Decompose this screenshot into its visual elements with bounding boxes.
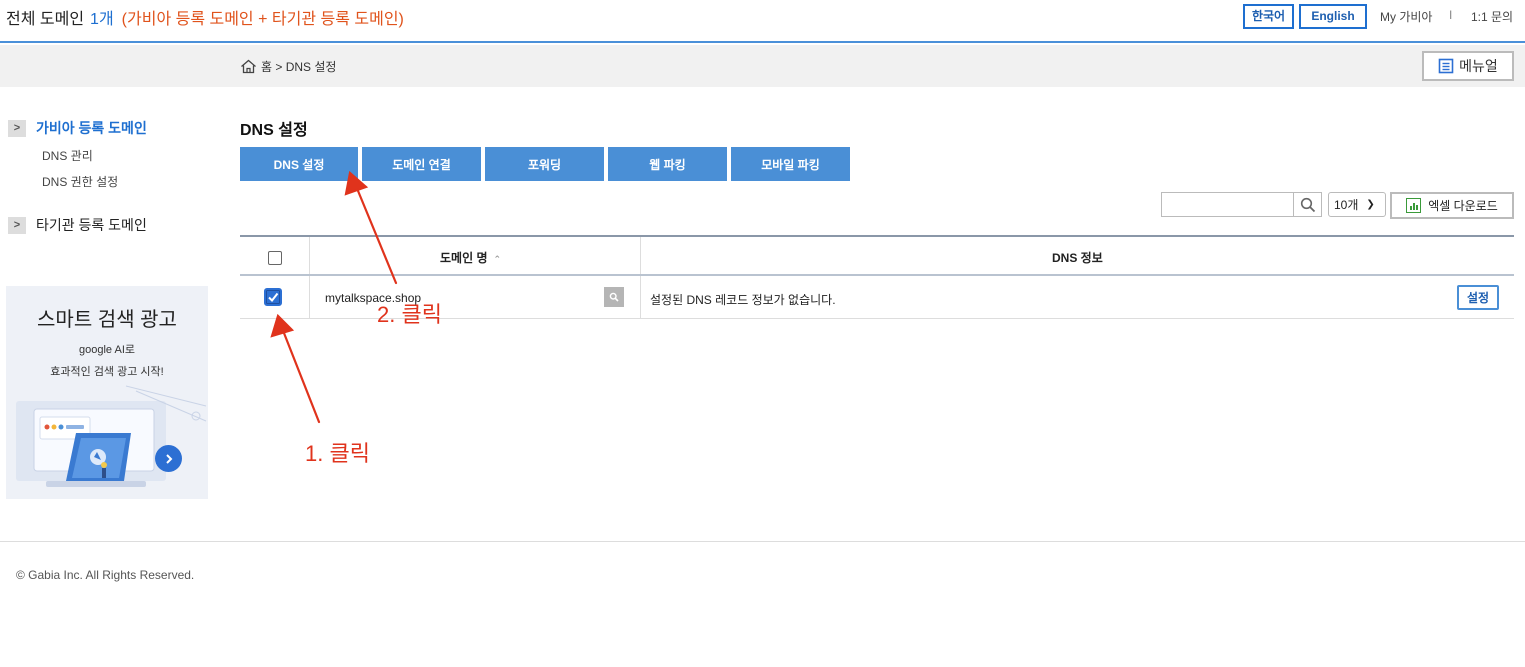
home-icon[interactable] <box>240 59 257 74</box>
column-divider <box>309 276 310 318</box>
domain-count[interactable]: 1개 <box>90 11 114 28</box>
ad-title: 스마트 검색 광고 <box>37 309 177 331</box>
excel-chart-icon <box>1406 198 1422 213</box>
next-arrow-button[interactable] <box>155 445 182 472</box>
document-icon <box>1438 58 1454 74</box>
column-header-dns: DNS 정보 <box>1052 251 1103 265</box>
sidebar-group-gabia-domains[interactable]: > 가비아 등록 도메인 <box>6 118 147 138</box>
annotation-arrow-1 <box>270 313 321 424</box>
column-header-domain[interactable]: 도메인 명 ⌃ <box>440 249 501 266</box>
lang-korean-button[interactable]: 한국어 <box>1243 4 1294 29</box>
header-title: 전체 도메인 <box>6 11 85 28</box>
footer-copyright: © Gabia Inc. All Rights Reserved. <box>16 568 195 582</box>
dns-tabs: DNS 설정 도메인 연결 포워딩 웹 파킹 모바일 파킹 <box>240 147 854 181</box>
annotation-arrows <box>270 170 398 424</box>
ad-banner[interactable]: 스마트 검색 광고 google AI로 효과적인 검색 광고 시작! <box>6 286 208 499</box>
sidebar-group-label: 가비아 등록 도메인 <box>36 120 147 136</box>
manual-button[interactable]: 메뉴얼 <box>1422 51 1514 81</box>
laptop-illustration-icon <box>16 385 207 487</box>
manual-button-label: 메뉴얼 <box>1459 58 1498 74</box>
annotation-step-1: 1. 클릭 <box>305 441 370 466</box>
domain-detail-button[interactable] <box>604 287 624 307</box>
chevron-right-icon <box>165 453 172 464</box>
sort-up-icon[interactable]: ⌃ <box>494 254 502 264</box>
magnifier-icon <box>609 292 619 302</box>
search-button[interactable] <box>1293 192 1322 217</box>
column-divider <box>309 237 310 274</box>
lang-english-button[interactable]: English <box>1299 4 1367 29</box>
search-icon <box>1300 197 1315 212</box>
select-all-checkbox[interactable] <box>268 251 282 265</box>
breadcrumb: 홈 > DNS 설정 <box>240 58 336 75</box>
tab-mobile-parking[interactable]: 모바일 파킹 <box>731 147 850 181</box>
check-icon <box>268 292 279 303</box>
chevron-down-icon: ❯ <box>1366 199 1375 210</box>
chevron-right-icon: > <box>8 216 26 234</box>
tab-web-parking[interactable]: 웹 파킹 <box>608 147 727 181</box>
chevron-right-icon: > <box>8 119 26 137</box>
footer-divider <box>0 541 1525 542</box>
page-size-value: 10개 <box>1334 198 1359 212</box>
top-bar: 전체 도메인 1개 (가비아 등록 도메인 + 타기관 등록 도메인) 한국어 En… <box>0 0 1525 43</box>
column-header-domain-label: 도메인 명 <box>440 251 488 265</box>
header-separator: I <box>1449 8 1453 22</box>
ad-line-1: google AI로 <box>79 344 135 356</box>
ad-line-2: 효과적인 검색 광고 시작! <box>50 366 164 378</box>
page-title: DNS 설정 <box>240 122 308 139</box>
search-input[interactable] <box>1161 192 1294 217</box>
sidebar-item-dns-permission[interactable]: DNS 권한 설정 <box>42 169 118 195</box>
page-header-title: 전체 도메인 1개 (가비아 등록 도메인 + 타기관 등록 도메인) <box>6 5 404 29</box>
row-checkbox[interactable] <box>264 288 282 306</box>
tab-dns-settings[interactable]: DNS 설정 <box>240 147 358 181</box>
sidebar-group-other-domains[interactable]: > 타기관 등록 도메인 <box>6 215 147 235</box>
excel-download-button[interactable]: 엑셀 다운로드 <box>1390 192 1514 219</box>
column-divider <box>640 276 641 318</box>
my-gabia-link[interactable]: My 가비아 <box>1380 8 1432 25</box>
breadcrumb-bar: 홈 > DNS 설정 메뉴얼 <box>0 45 1525 87</box>
domain-count-description: (가비아 등록 도메인 + 타기관 등록 도메인) <box>121 11 404 28</box>
page-size-select[interactable]: 10개 ❯ <box>1328 192 1386 217</box>
inquiry-link[interactable]: 1:1 문의 <box>1471 8 1513 25</box>
excel-download-label: 엑셀 다운로드 <box>1428 199 1498 213</box>
sidebar-item-dns-management[interactable]: DNS 관리 <box>42 143 93 169</box>
annotation-step-2: 2. 클릭 <box>377 302 442 327</box>
tab-forwarding[interactable]: 포워딩 <box>485 147 604 181</box>
breadcrumb-text: 홈 > DNS 설정 <box>261 60 337 74</box>
column-divider <box>640 237 641 274</box>
dns-info-text: 설정된 DNS 레코드 정보가 없습니다. <box>650 293 836 307</box>
dns-set-button[interactable]: 설정 <box>1457 285 1499 310</box>
table-header: 도메인 명 ⌃ DNS 정보 <box>240 237 1514 276</box>
sidebar-group-label: 타기관 등록 도메인 <box>36 217 147 233</box>
tab-domain-connect[interactable]: 도메인 연결 <box>362 147 481 181</box>
